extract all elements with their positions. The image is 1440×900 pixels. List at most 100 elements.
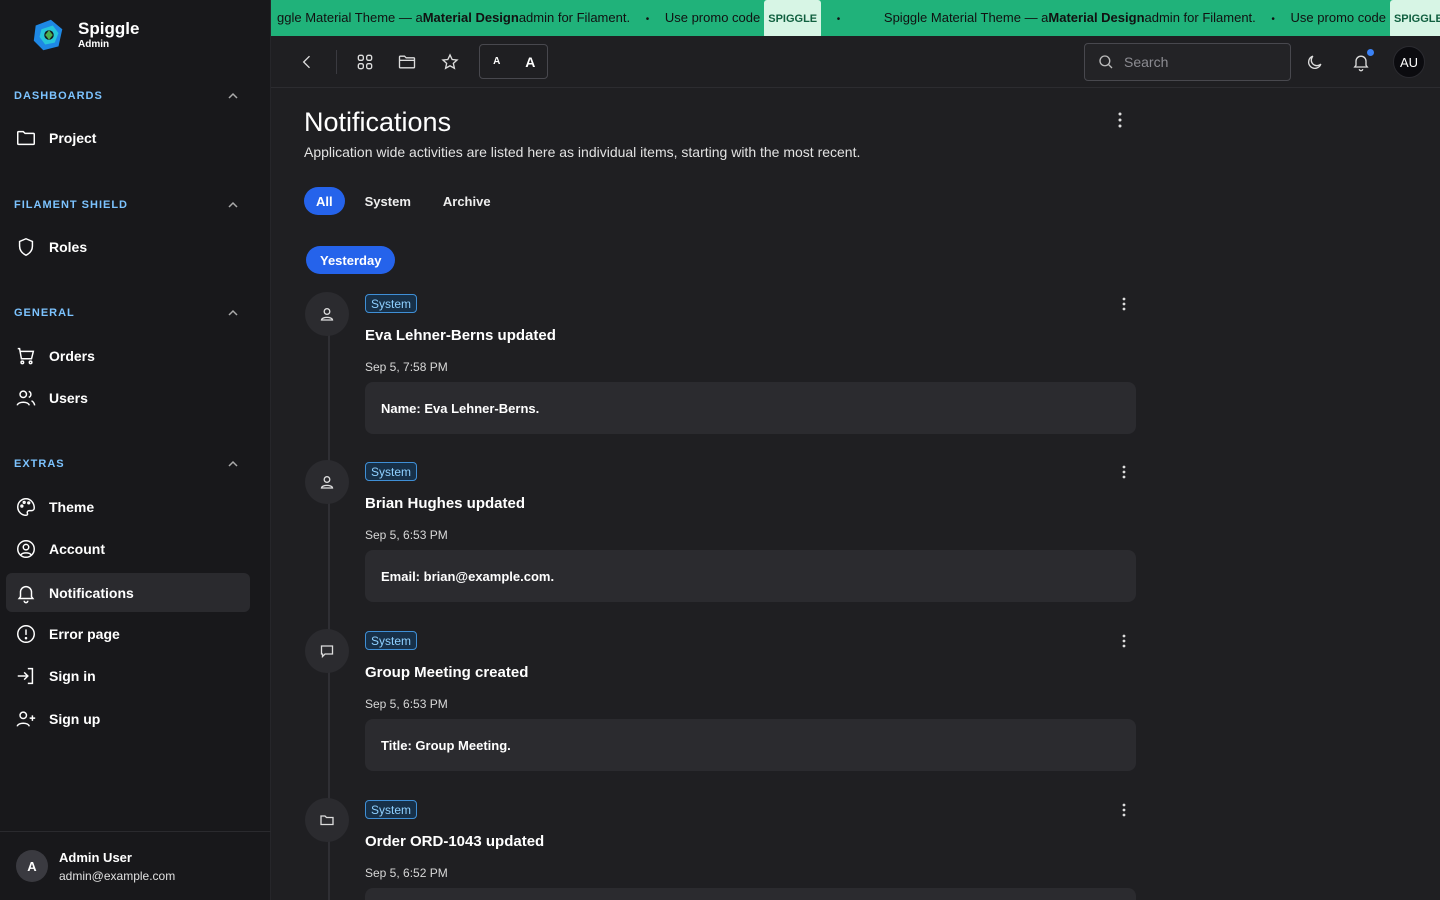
notification-detail: Title: Group Meeting. (365, 719, 1136, 771)
star-icon (441, 53, 459, 70)
chevron-up-icon (228, 460, 238, 467)
avatar[interactable]: AU (1393, 46, 1425, 78)
more-vertical-icon (1122, 465, 1126, 479)
notification-menu-button[interactable] (1113, 799, 1135, 821)
notification-avatar (305, 292, 349, 336)
nav-group-header-general[interactable]: GENERAL (0, 303, 271, 323)
chevron-left-icon (302, 55, 310, 69)
top-bar: A A AU (271, 36, 1440, 88)
sign-in-icon (17, 667, 34, 684)
apps-button[interactable] (349, 46, 381, 78)
font-size-large-button[interactable]: A (514, 45, 548, 78)
theme-toggle-button[interactable] (1299, 46, 1331, 78)
nav-group-general: GENERAL (0, 303, 271, 323)
brand[interactable]: Spiggle Admin (30, 16, 139, 54)
promo-code-badge: SPIGGLE (1389, 0, 1440, 36)
search-box (1084, 43, 1291, 81)
sidebar-item-error-page[interactable]: Error page (6, 614, 250, 653)
palette-icon (17, 497, 35, 516)
banner-text-bold: Material Design (422, 10, 519, 25)
sidebar-item-sign-up[interactable]: Sign up (6, 699, 250, 738)
sidebar-item-sign-in[interactable]: Sign in (6, 656, 250, 695)
notification-time: Sep 5, 6:53 PM (365, 528, 448, 542)
nav-group-label: FILAMENT SHIELD (14, 199, 128, 211)
favorites-button[interactable] (434, 46, 466, 78)
sidebar-item-notifications[interactable]: Notifications (6, 573, 250, 612)
sidebar-item-label: Notifications (49, 584, 134, 601)
brand-subtitle: Admin (78, 39, 110, 50)
nav-group-header-filament-shield[interactable]: FILAMENT SHIELD (0, 195, 271, 215)
notification-menu-button[interactable] (1113, 461, 1135, 483)
banner-separator: • (1271, 14, 1275, 25)
sidebar-item-users[interactable]: Users (6, 378, 250, 417)
notification-title: Brian Hughes updated (365, 495, 526, 512)
tab-archive[interactable]: Archive (431, 187, 503, 215)
nav-group-header-dashboards[interactable]: DASHBOARDS (0, 86, 271, 106)
notification-menu-button[interactable] (1113, 630, 1135, 652)
tab-all[interactable]: All (304, 187, 345, 215)
search-input[interactable] (1124, 54, 1274, 70)
user-email: admin@example.com (59, 868, 176, 883)
users-icon (16, 389, 36, 406)
notification-detail (365, 888, 1136, 900)
banner-text-prefix: Spiggle Material Theme — a (883, 10, 1049, 25)
notification-time: Sep 5, 7:58 PM (365, 360, 448, 374)
banner-promo: Use promo code SPIGGLE (1291, 0, 1440, 36)
nav-group-label: DASHBOARDS (14, 90, 103, 102)
promo-banner: ggle Material Theme — a Material Design … (271, 0, 1440, 36)
banner-text: ggle Material Theme — a Material Design … (277, 0, 630, 36)
more-vertical-icon (1122, 297, 1126, 311)
more-vertical-icon (1122, 634, 1126, 648)
promo-code-badge: SPIGGLE (764, 0, 822, 36)
user-icon (320, 476, 334, 489)
spiggle-logo-icon (33, 19, 63, 51)
nav-group-label: EXTRAS (14, 458, 65, 470)
notification-detail: Email: brian@example.com. (365, 550, 1136, 602)
banner-text-suffix: admin for Filament. (1144, 10, 1256, 25)
notification-title: Group Meeting created (365, 664, 529, 681)
bell-icon (17, 585, 35, 603)
page-title: Notifications (304, 107, 452, 137)
user-menu[interactable]: A Admin User admin@example.com (0, 831, 271, 900)
font-size-small-button[interactable]: A (480, 45, 514, 78)
files-button[interactable] (391, 46, 423, 78)
sidebar-item-roles[interactable]: Roles (6, 227, 250, 266)
status-badge: System (365, 631, 418, 650)
divider (336, 50, 337, 74)
page-description: Application wide activities are listed h… (304, 144, 861, 160)
tab-system[interactable]: System (353, 187, 423, 215)
banner-text: Spiggle Material Theme — a Material Desi… (884, 0, 1256, 36)
sidebar-item-label: Account (49, 540, 105, 557)
sidebar-item-project[interactable]: Project (6, 118, 250, 157)
search-icon (1099, 55, 1113, 69)
chevron-up-icon (228, 92, 238, 99)
banner-text-suffix: admin for Filament. (518, 10, 631, 25)
back-button[interactable] (291, 46, 323, 78)
sidebar-item-orders[interactable]: Orders (6, 336, 250, 375)
sidebar-item-theme[interactable]: Theme (6, 487, 250, 526)
notification-menu-button[interactable] (1113, 293, 1135, 315)
user-circle-icon (17, 539, 35, 558)
notification-detail: Name: Eva Lehner-Berns. (365, 382, 1136, 434)
notification-time: Sep 5, 6:53 PM (365, 697, 448, 711)
page-menu-button[interactable] (1109, 109, 1131, 131)
tab-bar: All System Archive (304, 187, 503, 215)
notification-dot (1367, 49, 1374, 56)
banner-text-prefix: ggle Material Theme — a (277, 10, 423, 25)
banner-separator: • (645, 14, 650, 25)
banner-promo-text: Use promo code (1290, 10, 1386, 25)
notifications-button[interactable] (1345, 46, 1377, 78)
status-badge: System (365, 294, 418, 313)
folder-icon (398, 55, 416, 69)
cart-icon (17, 347, 35, 364)
sidebar-item-label: Sign up (49, 710, 101, 727)
sidebar-item-label: Users (49, 389, 88, 406)
nav-group-extras: EXTRAS (0, 454, 271, 474)
nav-group-header-extras[interactable]: EXTRAS (0, 454, 271, 474)
notification-time: Sep 5, 6:52 PM (365, 866, 448, 880)
sidebar-item-account[interactable]: Account (6, 529, 250, 568)
sidebar: Spiggle Admin DASHBOARDS Project FILAMEN… (0, 0, 271, 900)
sidebar-item-label: Project (49, 129, 97, 146)
notification-avatar (305, 629, 349, 673)
nav-group-dashboards: DASHBOARDS (0, 86, 271, 106)
